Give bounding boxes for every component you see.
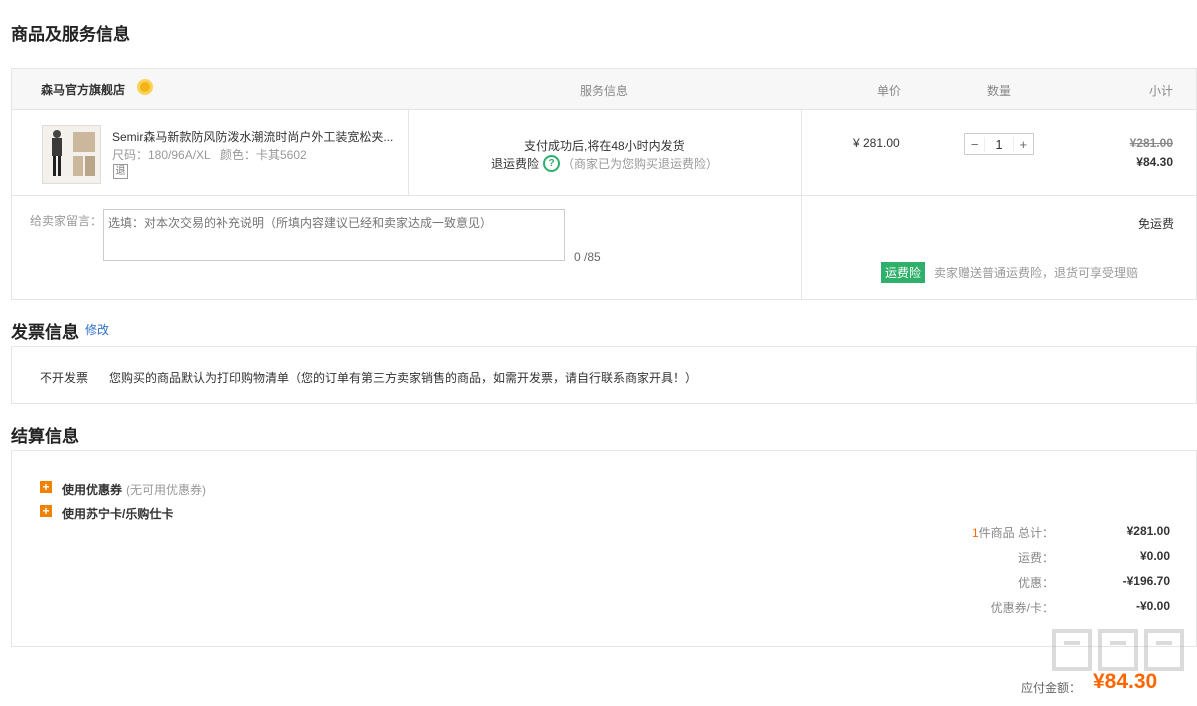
item-count: 1 (971, 526, 979, 540)
invoice-type: 不开发票 (40, 371, 89, 385)
message-label: 给卖家留言： (30, 214, 103, 228)
invoice-section-title: 发票信息 (11, 323, 79, 342)
message-counter: 0 /85 (574, 250, 601, 264)
qty-plus-button[interactable]: + (1014, 137, 1033, 152)
help-icon[interactable]: ? (543, 155, 560, 172)
insurance-note: （商家已为您购买退运费险） (562, 157, 719, 171)
subtotal: ¥84.30 (1136, 155, 1173, 169)
shipping-value: ¥0.00 (1139, 549, 1170, 563)
goods-section-title: 商品及服务信息 (11, 25, 130, 44)
invoice-desc: 您购买的商品默认为打印购物清单（您的订单有第三方卖家销售的商品，如需开发票，请自… (109, 371, 698, 385)
original-subtotal: ¥281.00 (1129, 136, 1173, 150)
insurance-label: 退运费险 (491, 157, 540, 171)
coupon-note: (无可用优惠券) (126, 483, 206, 497)
card-label[interactable]: 使用苏宁卡/乐购仕卡 (62, 505, 173, 522)
insurance-badge: 运费险 (881, 262, 926, 283)
message-input[interactable] (103, 209, 565, 261)
return-tag: 退 (113, 164, 128, 179)
col-service: 服务信息 (580, 84, 629, 98)
invoice-edit-link[interactable]: 修改 (85, 321, 109, 338)
shipping-label: 运费： (1017, 551, 1054, 565)
coupon-card-value: -¥0.00 (1135, 599, 1170, 613)
discount-label: 优惠： (1017, 576, 1054, 590)
col-qty: 数量 (987, 84, 1012, 98)
coupon-card-label: 优惠券/卡： (990, 601, 1054, 615)
coupon-expand-icon[interactable]: + (40, 481, 52, 493)
unit-price: ¥ 281.00 (853, 136, 900, 150)
card-expand-icon[interactable]: + (40, 505, 52, 517)
item-count-suffix: 件商品 总计： (978, 526, 1054, 540)
service-line: 支付成功后,将在48小时内发货 (524, 139, 685, 153)
store-name[interactable]: 森马官方旗舰店 (41, 81, 125, 98)
shipping-free: 免运费 (1137, 217, 1174, 231)
discount-value: -¥196.70 (1122, 574, 1170, 588)
quantity-stepper: − 1 + (964, 133, 1034, 155)
col-price: 单价 (877, 84, 902, 98)
settlement-section-title: 结算信息 (11, 427, 79, 446)
product-thumbnail[interactable] (42, 125, 101, 184)
total-value: ¥281.00 (1126, 524, 1170, 538)
col-subtotal: 小计 (1149, 84, 1174, 98)
insurance-desc: 卖家赠送普通运费险，退货可享受理赔 (934, 266, 1139, 280)
watermark-logo (1050, 625, 1190, 695)
product-size: 尺码：180/96A/XL (112, 148, 211, 162)
product-title[interactable]: Semir森马新款防风防泼水潮流时尚户外工装宽松夹... (112, 128, 393, 145)
total-label: 1件商品 总计： (900, 524, 1054, 541)
qty-input[interactable]: 1 (984, 136, 1014, 152)
product-color: 颜色：卡其5602 (220, 148, 307, 162)
coupon-label[interactable]: 使用优惠券 (62, 481, 122, 498)
store-badge-icon (136, 78, 154, 96)
qty-minus-button[interactable]: − (965, 137, 984, 152)
